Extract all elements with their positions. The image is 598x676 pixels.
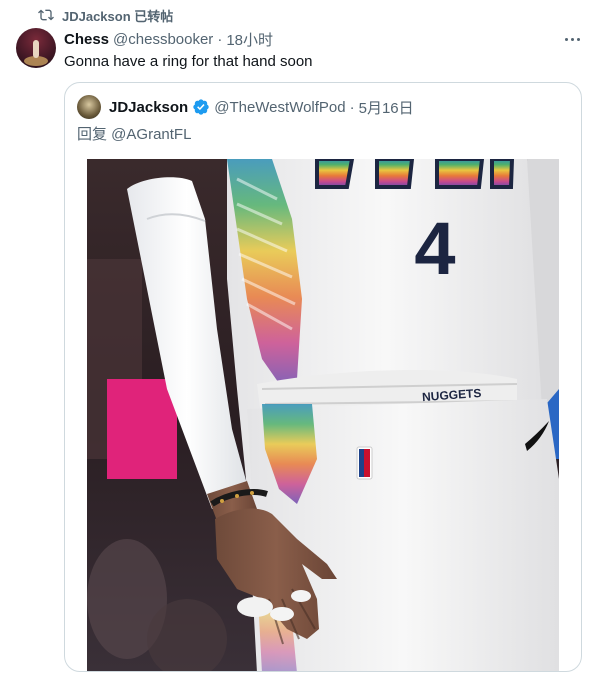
quote-author-name[interactable]: JDJackson (109, 99, 188, 116)
quote-author-handle[interactable]: @TheWestWolfPod (214, 99, 345, 116)
separator: · (217, 31, 223, 48)
more-icon (564, 37, 568, 41)
reply-mention[interactable]: @AGrantFL (111, 126, 191, 143)
basketball-player-photo: 4 NUGGETS (87, 159, 559, 671)
tweet-header: Chess @chessbooker · 18小时 (64, 29, 273, 50)
reply-prefix: 回复 (77, 126, 112, 143)
tweet-text: Gonna have a ring for that hand soon (64, 53, 313, 70)
jersey-number: 4 (414, 207, 455, 290)
separator: · (349, 98, 355, 116)
quote-header: JDJackson @TheWestWolfPod · 5月16日 (77, 95, 414, 119)
more-options-button[interactable] (562, 30, 582, 48)
author-handle[interactable]: @chessbooker (113, 31, 213, 48)
author-name[interactable]: Chess (64, 31, 109, 48)
quote-timestamp[interactable]: 5月16日 (359, 97, 414, 118)
tweet-photo[interactable]: 4 NUGGETS (87, 159, 559, 671)
retweet-icon (38, 9, 54, 21)
retweet-label[interactable]: JDJackson 已转帖 (62, 6, 173, 25)
finger-tape (237, 597, 273, 617)
timestamp[interactable]: 18小时 (226, 29, 273, 50)
reply-context: 回复 @AGrantFL (77, 123, 191, 144)
quoted-tweet[interactable]: JDJackson @TheWestWolfPod · 5月16日 回复 @AG… (64, 82, 582, 672)
quote-avatar[interactable] (77, 95, 101, 119)
avatar[interactable] (16, 28, 56, 68)
retweet-banner[interactable]: JDJackson 已转帖 (38, 6, 173, 24)
verified-badge-icon (193, 99, 209, 115)
